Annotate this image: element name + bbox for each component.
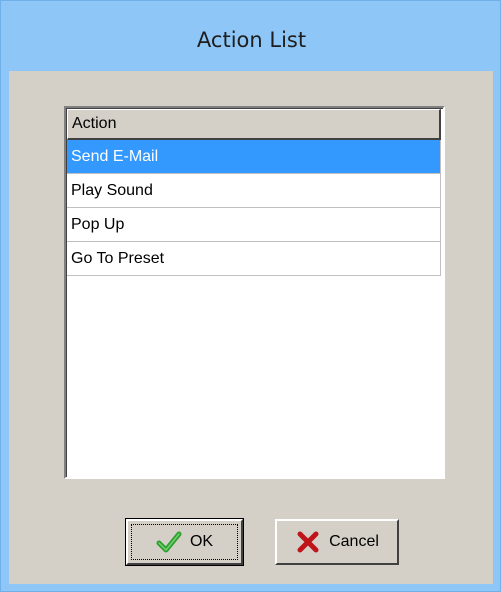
cancel-button-label: Cancel [329, 533, 379, 550]
ok-button[interactable]: OK [125, 518, 244, 566]
list-item-send-email[interactable]: Send E-Mail [67, 140, 441, 174]
list-item-go-to-preset[interactable]: Go To Preset [67, 242, 441, 276]
column-header-action[interactable]: Action [67, 109, 441, 140]
action-list[interactable]: Action Send E-Mail Play Sound Pop Up Go … [64, 106, 445, 479]
x-icon [295, 529, 321, 555]
window-title: Action List [196, 28, 307, 52]
action-list-dialog: Action List Action Send E-Mail Play Soun… [0, 0, 501, 592]
action-list-rows: Send E-Mail Play Sound Pop Up Go To Pres… [67, 140, 441, 276]
list-item-play-sound[interactable]: Play Sound [67, 174, 441, 208]
cancel-button[interactable]: Cancel [275, 519, 399, 565]
dialog-client-area: Action Send E-Mail Play Sound Pop Up Go … [9, 71, 493, 584]
check-icon [156, 529, 182, 555]
list-item-pop-up[interactable]: Pop Up [67, 208, 441, 242]
ok-button-label: OK [189, 533, 214, 550]
focus-rectangle [131, 524, 238, 560]
